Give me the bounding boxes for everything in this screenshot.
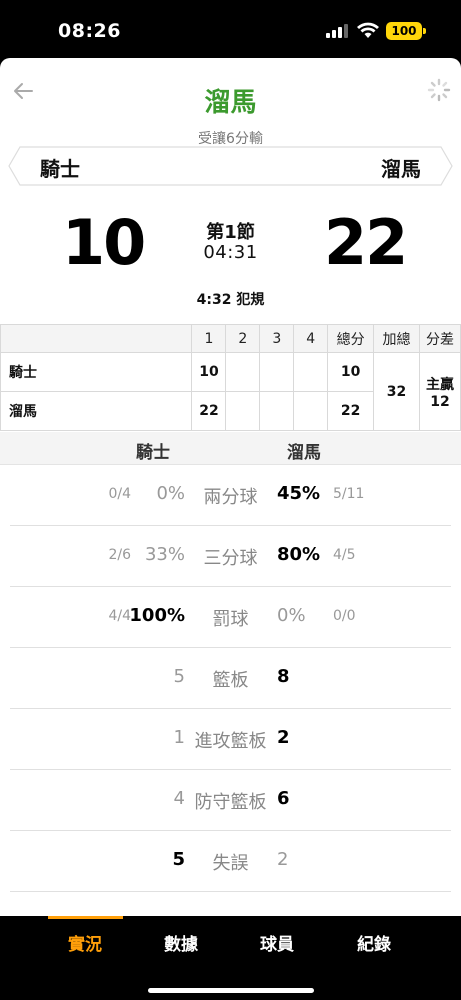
- row-q2: [225, 352, 261, 392]
- stat-label: 進攻籃板: [194, 731, 267, 752]
- row-total: 10: [327, 352, 375, 392]
- stat-row: 4 防守籃板 6: [10, 770, 451, 831]
- combined-total: 32: [373, 352, 420, 431]
- header-combined: 加總: [373, 324, 420, 353]
- active-tab-indicator: [48, 916, 123, 919]
- stat-right-value: 45%: [277, 483, 321, 504]
- tab-stats[interactable]: 數據: [146, 930, 216, 955]
- row-q1: 10: [191, 352, 227, 392]
- header-q4: 4: [293, 324, 329, 353]
- table-row: 騎士 10 10 32 主贏 12: [0, 352, 461, 431]
- game-detail-screen: 溜馬 受讓6分輸 騎士 溜馬 10 第1節 04:31 22 4:32 犯規 1: [0, 58, 461, 916]
- stat-row: 5 失誤 2: [10, 831, 451, 892]
- wifi-icon: [357, 22, 379, 38]
- stats-header-left: 騎士: [136, 443, 170, 463]
- row-q2: [225, 391, 261, 431]
- header-q3: 3: [259, 324, 295, 353]
- row-total: 22: [327, 391, 375, 431]
- spread-value: 12: [430, 393, 450, 410]
- status-time: 08:26: [58, 20, 121, 42]
- row-q4: [293, 352, 329, 392]
- stat-row: 4/4 100% 罰球 0% 0/0: [10, 587, 451, 648]
- stat-row: 2/6 33% 三分球 80% 4/5: [10, 526, 451, 587]
- stats-list: 0/4 0% 兩分球 45% 5/11 2/6 33% 三分球 80% 4/5 4/4 100% 罰球 0…: [0, 465, 461, 892]
- stat-right-value: 8: [277, 666, 290, 687]
- stat-label: 兩分球: [203, 487, 258, 508]
- spread-label: 主贏: [426, 376, 454, 393]
- stat-row: 5 籃板 8: [10, 648, 451, 709]
- tab-records[interactable]: 紀錄: [339, 930, 409, 955]
- row-q3: [259, 352, 295, 392]
- tab-live[interactable]: 實況: [50, 930, 120, 955]
- stat-right-detail: 4/5: [333, 547, 356, 563]
- spread-cell: 主贏 12: [419, 352, 461, 431]
- tab-players[interactable]: 球員: [242, 930, 312, 955]
- stat-right-value: 2: [277, 849, 289, 870]
- stat-right-value: 80%: [277, 544, 321, 565]
- battery-tip: [423, 28, 426, 34]
- loading-spinner-icon: [427, 78, 451, 102]
- stat-label: 三分球: [203, 548, 258, 569]
- stat-label: 失誤: [212, 853, 249, 874]
- score-right: 22: [324, 206, 408, 279]
- stat-right-value: 2: [277, 727, 290, 748]
- row-q4: [293, 391, 329, 431]
- row-q1: 22: [191, 391, 227, 431]
- cellular-signal-icon: [326, 24, 348, 38]
- row-q3: [259, 391, 295, 431]
- battery-icon: 100: [386, 22, 422, 40]
- teams-bar: 騎士 溜馬: [8, 146, 453, 186]
- last-event: 4:32 犯規: [196, 292, 265, 308]
- handicap-result: 受讓6分輸: [198, 131, 263, 147]
- stat-right-value: 6: [277, 788, 290, 809]
- home-indicator: [148, 988, 314, 993]
- stats-header: 騎士 溜馬: [0, 432, 461, 465]
- header-q2: 2: [225, 324, 261, 353]
- stat-label: 籃板: [212, 670, 249, 691]
- row-team-name: 溜馬: [0, 391, 193, 431]
- row-team-name: 騎士: [0, 352, 193, 392]
- stat-right-detail: 0/0: [333, 608, 356, 624]
- box-score-header: 1 2 3 4 總分 加總 分差: [0, 324, 461, 353]
- status-bar: 08:26 100: [0, 0, 461, 58]
- page-title: 溜馬: [204, 88, 257, 118]
- stat-right-detail: 5/11: [333, 486, 365, 502]
- header-q1: 1: [191, 324, 227, 353]
- stats-header-right: 溜馬: [287, 443, 321, 463]
- header-total: 總分: [327, 324, 375, 353]
- stat-row: 0/4 0% 兩分球 45% 5/11: [10, 465, 451, 526]
- header-spread: 分差: [419, 324, 461, 353]
- stat-label: 罰球: [212, 609, 249, 630]
- stat-row: 1 進攻籃板 2: [10, 709, 451, 770]
- team-right-name[interactable]: 溜馬: [381, 153, 421, 182]
- box-score-table: 1 2 3 4 總分 加總 分差 騎士 10 10 32 主贏 12 溜馬 22: [0, 324, 461, 431]
- team-left-name[interactable]: 騎士: [40, 153, 80, 182]
- stat-right-value: 0%: [277, 605, 306, 626]
- header-corner: [0, 324, 193, 353]
- stat-label: 防守籃板: [194, 792, 267, 813]
